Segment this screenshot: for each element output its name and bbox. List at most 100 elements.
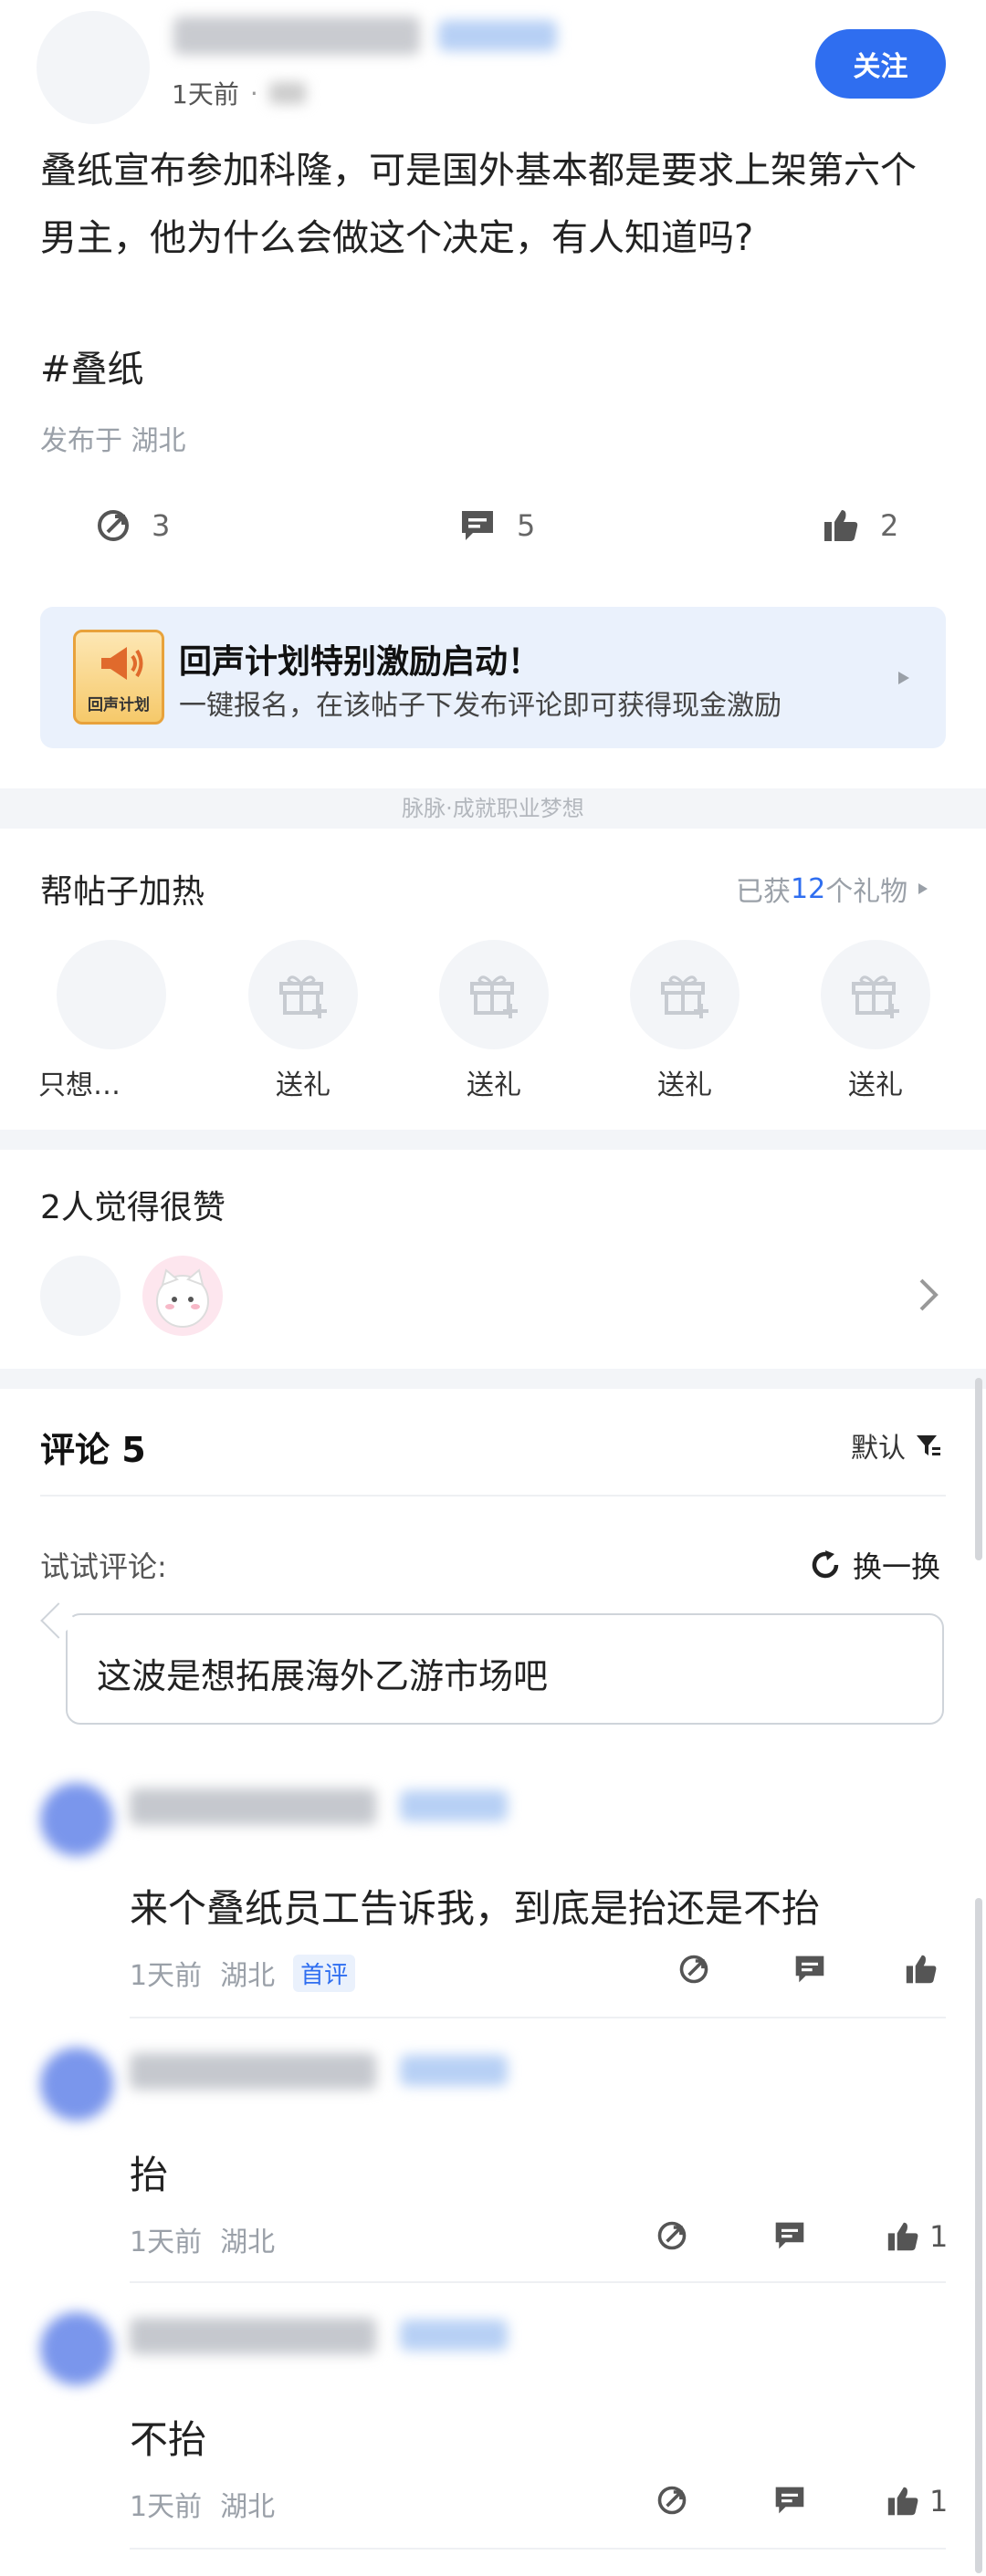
gift-count[interactable]: 已获 12 个礼物 xyxy=(736,869,929,909)
comments-title: 评论 5 xyxy=(40,1430,146,1470)
gift-count-number: 12 xyxy=(791,872,826,905)
thumbs-up-icon xyxy=(822,507,860,544)
comment-time: 1天前 xyxy=(130,2227,203,2258)
follow-button[interactable]: 关注 xyxy=(815,29,946,99)
comment-location: 湖北 xyxy=(220,1960,276,1992)
comment-location: 湖北 xyxy=(220,2491,276,2523)
comment-meta: 1天前 湖北 xyxy=(130,2484,275,2524)
scrollbar[interactable] xyxy=(975,1378,982,1560)
gift-icon xyxy=(821,940,930,1049)
thumbs-up-icon xyxy=(887,2222,918,2251)
comment-suggestion-text: 这波是想拓展海外乙游市场吧 xyxy=(97,1656,549,1696)
comment-like[interactable] xyxy=(904,1953,948,1986)
comment-like[interactable]: 1 xyxy=(886,2484,948,2519)
commenter-tag xyxy=(400,2055,508,2086)
echo-plan-logo-text: 回声计划 xyxy=(88,696,150,714)
first-comment-badge: 首评 xyxy=(293,1954,356,1992)
author-tag xyxy=(438,20,557,51)
refresh-button[interactable]: 换一换 xyxy=(809,1544,940,1586)
comment-meta: 1天前 湖北 首评 xyxy=(130,1953,356,1993)
meta-dot: · xyxy=(249,78,258,109)
comment-like-count: 1 xyxy=(929,2219,949,2254)
comment-time: 1天前 xyxy=(130,2491,203,2523)
commenter-name[interactable] xyxy=(130,2053,376,2090)
gift-label-1: 只想… xyxy=(38,1069,121,1101)
author-avatar[interactable] xyxy=(37,11,150,124)
gift-slot-3[interactable] xyxy=(439,940,549,1049)
thumbs-up-icon xyxy=(887,2487,918,2516)
sort-button[interactable]: 默认 xyxy=(851,1425,942,1465)
repost-icon[interactable] xyxy=(656,2219,688,2252)
refresh-label: 换一换 xyxy=(853,1549,941,1584)
divider-line xyxy=(130,2281,946,2283)
author-name[interactable] xyxy=(173,16,420,55)
liker-avatar[interactable] xyxy=(142,1256,223,1336)
commenter-tag xyxy=(400,2320,508,2351)
repost-action[interactable]: 3 xyxy=(95,507,170,544)
gift-label-5: 送礼 xyxy=(848,1069,903,1101)
gift-icon xyxy=(439,940,549,1049)
post-location: 发布于 湖北 xyxy=(40,425,186,457)
post-time: 1天前 xyxy=(172,79,239,110)
commenter-avatar[interactable] xyxy=(40,2048,113,2121)
divider-line xyxy=(130,2017,946,2018)
thumbs-up-icon xyxy=(906,1955,937,1984)
divider-line xyxy=(130,2548,946,2550)
repost-count: 3 xyxy=(152,508,171,543)
gift-slot-5[interactable] xyxy=(821,940,930,1049)
gift-slot-4[interactable] xyxy=(630,940,740,1049)
comment-text: 不抬 xyxy=(130,2417,207,2462)
commenter-name[interactable] xyxy=(130,1789,376,1825)
post-hashtag[interactable]: #叠纸 xyxy=(40,339,144,392)
slogan: 脉脉·成就职业梦想 xyxy=(402,796,584,821)
blurred-meta xyxy=(268,82,306,104)
comment-count: 5 xyxy=(517,508,536,543)
post-body: 叠纸宣布参加科隆，可是国外基本都是要求上架第六个男主，他为什么会做这个决定，有人… xyxy=(40,150,917,259)
like-action[interactable]: 2 xyxy=(822,507,898,544)
comment-text: 来个叠纸员工告诉我，到底是抬还是不抬 xyxy=(130,1886,821,1931)
play-arrow-icon xyxy=(918,883,928,894)
commenter-avatar[interactable] xyxy=(40,2312,113,2385)
section-divider xyxy=(0,1130,986,1150)
gift-icon xyxy=(630,940,740,1049)
likes-section-title: 2人觉得很赞 xyxy=(40,1189,226,1226)
comment-icon[interactable] xyxy=(772,2219,807,2252)
comment-like-count: 1 xyxy=(929,2484,949,2519)
post-meta: 1天前 · xyxy=(172,75,306,111)
play-arrow-icon xyxy=(897,670,911,686)
echo-plan-logo: 回声计划 xyxy=(73,630,164,725)
comment-icon[interactable] xyxy=(772,2484,807,2517)
liker-avatar[interactable] xyxy=(40,1256,121,1336)
section-divider xyxy=(0,1369,986,1389)
sort-label: 默认 xyxy=(851,1433,906,1465)
comment-location: 湖北 xyxy=(220,2227,276,2258)
comment-icon[interactable] xyxy=(792,1953,827,1986)
comment-icon xyxy=(458,507,497,544)
gift-slot-1[interactable] xyxy=(57,940,166,1049)
repost-icon xyxy=(95,507,131,544)
commenter-tag xyxy=(400,1790,508,1821)
chevron-right-icon[interactable] xyxy=(918,1278,939,1312)
refresh-icon xyxy=(809,1549,842,1581)
repost-icon[interactable] xyxy=(677,1953,710,1986)
comment-time: 1天前 xyxy=(130,1960,203,1992)
gift-icon xyxy=(248,940,358,1049)
gift-slot-2[interactable] xyxy=(248,940,358,1049)
commenter-name[interactable] xyxy=(130,2318,376,2354)
gift-avatar xyxy=(57,940,166,1049)
repost-icon[interactable] xyxy=(656,2484,688,2517)
comment-like[interactable]: 1 xyxy=(886,2219,948,2254)
gift-section-title: 帮帖子加热 xyxy=(40,873,205,911)
banner-subtitle: 一键报名，在该帖子下发布评论即可获得现金激励 xyxy=(179,690,781,722)
filter-icon xyxy=(915,1433,942,1458)
gift-label-4: 送礼 xyxy=(657,1069,712,1101)
try-comment-label: 试试评论: xyxy=(40,1549,167,1584)
comment-meta: 1天前 湖北 xyxy=(130,2219,275,2259)
scrollbar[interactable] xyxy=(975,1898,982,2573)
comment-action[interactable]: 5 xyxy=(458,507,535,544)
gift-label-2: 送礼 xyxy=(276,1069,330,1101)
divider-line xyxy=(40,1495,946,1497)
like-count: 2 xyxy=(880,508,899,543)
commenter-avatar[interactable] xyxy=(40,1783,113,1856)
comment-text: 抬 xyxy=(130,2153,169,2197)
